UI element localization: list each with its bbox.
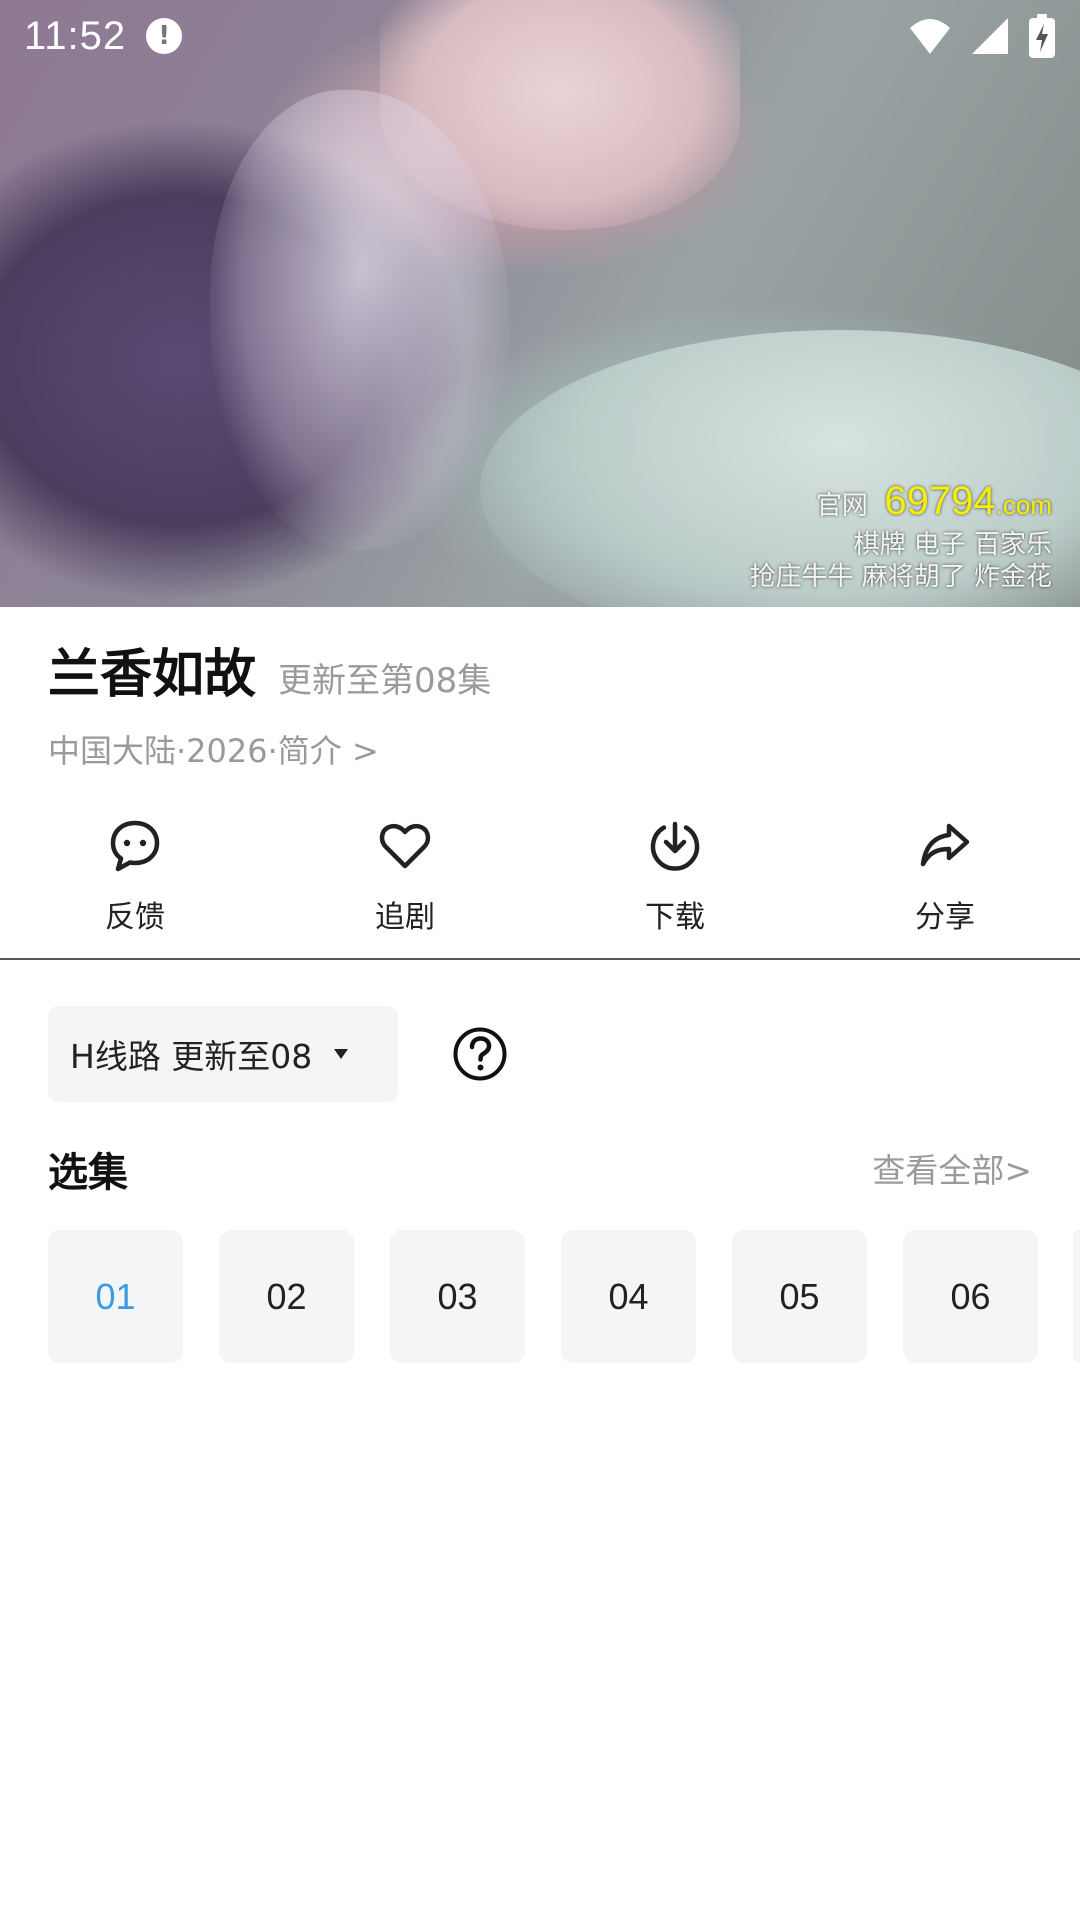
battery-charging-icon bbox=[1029, 14, 1055, 58]
episode-item-05[interactable]: 05 bbox=[732, 1230, 867, 1363]
episode-item-next-peek[interactable] bbox=[1073, 1230, 1080, 1363]
episode-item-02[interactable]: 02 bbox=[219, 1230, 354, 1363]
show-title: 兰香如故 bbox=[48, 645, 257, 705]
share-icon bbox=[920, 823, 970, 867]
watermark-line-3: 抢庄牛牛 麻将胡了 炸金花 bbox=[749, 562, 1052, 592]
question-circle-icon[interactable] bbox=[452, 1026, 508, 1082]
heart-icon bbox=[379, 823, 431, 869]
video-player[interactable]: 官网 69794.com 棋牌 电子 百家乐 抢庄牛牛 麻将胡了 炸金花 bbox=[0, 0, 1080, 607]
watermark-number: 69794 bbox=[884, 479, 996, 523]
download-button[interactable]: 下载 bbox=[540, 818, 810, 958]
feedback-button[interactable]: 反馈 bbox=[0, 818, 270, 958]
episode-item-01[interactable]: 01 bbox=[48, 1230, 183, 1363]
update-status: 更新至第08集 bbox=[278, 661, 492, 701]
share-button[interactable]: 分享 bbox=[810, 818, 1080, 958]
action-bar: 反馈 追剧 下载 分享 bbox=[0, 818, 1080, 958]
show-meta-link[interactable]: 中国大陆·2026·简介 > bbox=[48, 726, 379, 772]
alert-icon: ! bbox=[146, 18, 183, 54]
action-label: 反馈 bbox=[105, 900, 165, 935]
status-bar: 11:52 ! bbox=[0, 0, 1080, 72]
episode-list: 01 02 03 04 05 06 bbox=[48, 1230, 1038, 1363]
signal-icon bbox=[972, 18, 1008, 54]
watermark-line-2: 棋牌 电子 百家乐 bbox=[853, 530, 1052, 560]
video-watermark: 官网 69794.com 棋牌 电子 百家乐 抢庄牛牛 麻将胡了 炸金花 bbox=[749, 478, 1052, 593]
section-divider bbox=[0, 958, 1080, 960]
route-selected-value: H线路 更新至08 bbox=[70, 1037, 313, 1076]
action-label: 分享 bbox=[915, 900, 975, 935]
episode-item-03[interactable]: 03 bbox=[390, 1230, 525, 1363]
status-time: 11:52 bbox=[24, 13, 127, 58]
action-label: 追剧 bbox=[375, 900, 435, 935]
view-all-link[interactable]: 查看全部> bbox=[872, 1144, 1032, 1192]
episodes-header: 选集 bbox=[48, 1150, 128, 1196]
feedback-icon bbox=[110, 820, 160, 872]
download-icon bbox=[650, 821, 700, 871]
wifi-icon bbox=[910, 19, 950, 54]
action-label: 下载 bbox=[645, 900, 705, 935]
watermark-domain: .com bbox=[995, 490, 1052, 520]
route-dropdown[interactable]: H线路 更新至08 bbox=[48, 1006, 398, 1102]
episode-item-06[interactable]: 06 bbox=[903, 1230, 1038, 1363]
watermark-prefix: 官网 bbox=[815, 491, 868, 521]
follow-button[interactable]: 追剧 bbox=[270, 818, 540, 958]
dropdown-arrow-icon bbox=[334, 1049, 349, 1059]
show-title-row: 兰香如故 更新至第08集 bbox=[48, 632, 491, 707]
episode-item-04[interactable]: 04 bbox=[561, 1230, 696, 1363]
